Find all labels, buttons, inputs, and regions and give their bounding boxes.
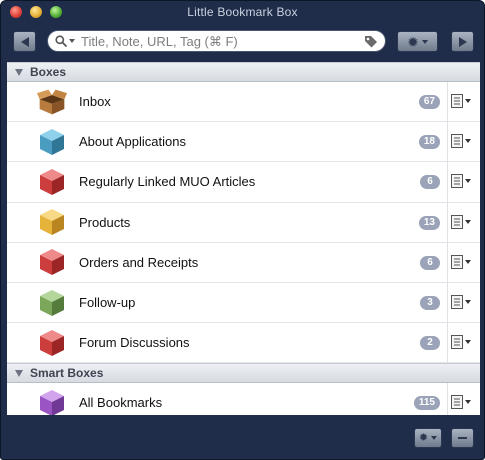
divider [447,122,448,162]
minus-icon [458,437,467,439]
add-box-gear-icon: ✹ [418,432,429,444]
gear-icon: ✹ [407,33,419,50]
title-bar[interactable]: Little Bookmark Box [1,1,484,23]
purple-cube-icon [37,388,67,415]
action-menu-button[interactable]: ✹ [397,31,438,52]
red-cube-icon [37,247,67,277]
search-icon[interactable] [55,35,75,47]
divider [447,202,448,242]
item-action-menu-button[interactable] [451,174,471,189]
item-action-menu-button[interactable] [451,335,471,350]
chevron-down-icon [465,400,471,405]
group-label: Smart Boxes [30,366,104,381]
back-arrow-icon [20,36,29,47]
list-item-forum-discussions[interactable]: Forum Discussions 2 [7,323,480,364]
add-box-menu-button[interactable]: ✹ [414,428,442,448]
item-count-badge: 6 [420,175,440,190]
forward-button[interactable] [451,31,474,52]
search-input[interactable] [81,33,361,49]
app-window: Little Bookmark Box ✹ [0,0,485,460]
item-label: Inbox [79,94,111,110]
disclosure-triangle-icon[interactable] [15,369,23,377]
list-item-follow-up[interactable]: Follow-up 3 [7,282,480,324]
item-count-badge: 2 [420,336,440,351]
yellow-cube-icon [37,207,67,237]
document-list-icon [451,214,463,229]
list-item-products[interactable]: Products 13 [7,202,480,243]
item-label: Regularly Linked MUO Articles [79,174,256,190]
divider [447,323,448,363]
divider [447,282,448,323]
document-list-icon [451,395,463,410]
item-label: All Bookmarks [79,395,163,411]
item-count-badge: 115 [413,396,440,411]
group-header-boxes[interactable]: Boxes [7,62,480,82]
divider [447,82,448,122]
list-item-all-bookmarks[interactable]: All Bookmarks 115 [7,383,480,415]
box-list[interactable]: Boxes Inbox 67 About Applications 18 Reg… [7,62,480,415]
item-count-badge: 13 [418,215,440,230]
item-count-badge: 67 [418,95,440,109]
item-label: Forum Discussions [79,335,190,351]
list-item-about-applications[interactable]: About Applications 18 [7,122,480,163]
group-label: Boxes [30,65,67,79]
red-cube-icon [37,328,67,358]
document-list-icon [451,294,463,309]
group-header-smart-boxes[interactable]: Smart Boxes [7,363,480,384]
document-list-icon [451,254,463,269]
list-item-regularly-linked-muo-articles[interactable]: Regularly Linked MUO Articles 6 [7,162,480,203]
chevron-down-icon [465,299,471,304]
divider [447,383,448,415]
green-cube-icon [37,288,67,318]
chevron-down-icon [465,340,471,345]
chevron-down-icon [431,436,438,440]
window-title: Little Bookmark Box [187,5,298,19]
chevron-down-icon [465,259,471,264]
item-action-menu-button[interactable] [451,254,471,269]
document-list-icon [451,335,463,350]
chevron-down-icon [465,139,471,144]
item-label: Orders and Receipts [79,254,199,270]
document-list-icon [451,134,463,149]
item-action-menu-button[interactable] [451,294,471,309]
back-button[interactable] [13,31,36,52]
divider [447,162,448,202]
forward-arrow-icon [458,36,467,47]
chevron-down-icon [465,219,471,224]
search-options-caret-icon [69,39,75,43]
tag-icon[interactable] [364,35,378,53]
disclosure-triangle-icon[interactable] [15,68,23,76]
bottom-toolbar: ✹ [1,416,484,460]
toolbar: ✹ [1,23,484,61]
item-label: About Applications [79,134,186,150]
document-list-icon [451,94,463,108]
item-action-menu-button[interactable] [451,214,471,229]
chevron-down-icon [421,39,428,44]
document-list-icon [451,174,463,189]
item-label: Follow-up [79,295,136,311]
item-action-menu-button[interactable] [451,94,471,108]
chevron-down-icon [465,99,471,103]
remove-box-button[interactable] [451,428,474,448]
chevron-down-icon [465,179,471,184]
list-item-orders-and-receipts[interactable]: Orders and Receipts 6 [7,242,480,283]
red-cube-icon [37,167,67,197]
search-field[interactable] [47,30,386,52]
item-action-menu-button[interactable] [451,134,471,149]
item-count-badge: 18 [418,135,440,150]
open-cardboard-box-icon [37,87,67,117]
item-label: Products [79,214,131,230]
item-count-badge: 6 [420,255,440,270]
item-count-badge: 3 [420,295,440,310]
blue-cube-icon [37,127,67,157]
divider [447,242,448,282]
list-item-inbox[interactable]: Inbox 67 [7,82,480,123]
item-action-menu-button[interactable] [451,395,471,410]
